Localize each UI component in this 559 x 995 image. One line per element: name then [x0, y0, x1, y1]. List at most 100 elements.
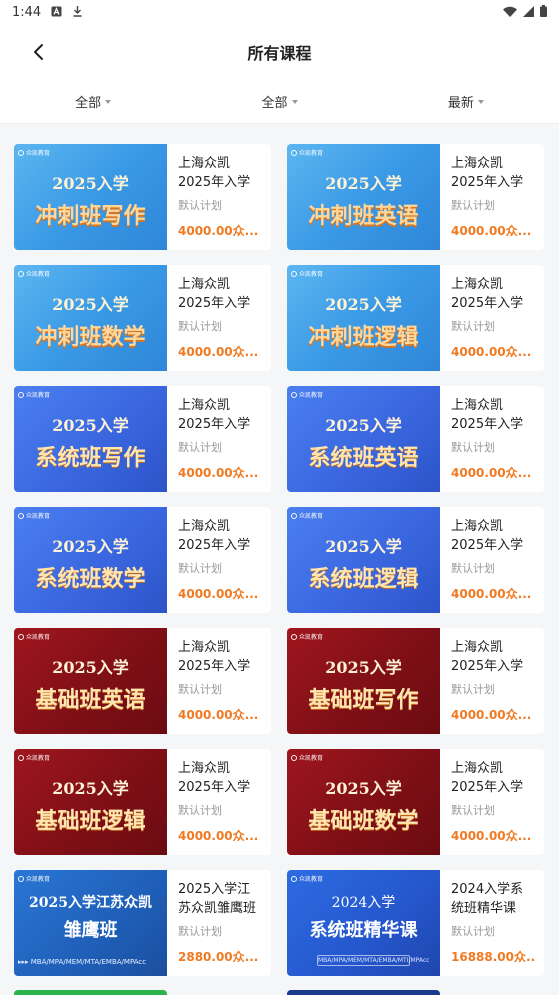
course-card[interactable]: 众凯教育 2025入学 系统班英语 上海众凯2025年入学系统... 默认计划 … [287, 386, 544, 492]
course-thumbnail: 众凯教育 2025入学 基础班写作 [287, 628, 440, 734]
course-plan: 默认计划 [451, 683, 495, 696]
thumbnail-title: 基础班逻辑 [35, 808, 146, 834]
course-card[interactable]: 众凯教育 2025入学 基础班逻辑 上海众凯2025年入学基础... 默认计划 … [14, 749, 271, 855]
brand-logo: 众凯教育 [291, 753, 323, 762]
course-thumbnail: 众凯教育 2025入学 基础班英语 [14, 628, 167, 734]
download-icon [72, 5, 83, 19]
filter-label: 全部 [75, 96, 102, 111]
course-card[interactable]: 众凯教育 2025入学 系统班数学 上海众凯2025年入学系统... 默认计划 … [14, 507, 271, 613]
course-thumbnail-partial [14, 990, 167, 995]
filter-bar: 全部 全部 最新 [0, 80, 559, 124]
course-price: 4000.00众... [451, 224, 532, 238]
thumbnail-year: 2025入学 [52, 295, 129, 314]
filter-type[interactable]: 全部 [186, 92, 372, 111]
thumbnail-year: 2025入学 [325, 416, 402, 435]
course-thumbnail: 众凯教育 2024入学 系统班精华课 MBA/MPA/MEM/MTA/EMBA/… [287, 870, 440, 976]
thumbnail-year: 2025入学 [325, 295, 402, 314]
course-name: 上海众凯2025年入学系统... [451, 398, 524, 432]
brand-logo: 众凯教育 [291, 269, 323, 278]
page-title: 所有课程 [247, 44, 312, 63]
brand-logo: 众凯教育 [18, 632, 50, 641]
thumbnail-year: 2025入学 [325, 537, 402, 556]
battery-icon [540, 5, 547, 19]
thumbnail-year: 2024入学 [331, 895, 396, 911]
course-name: 上海众凯2025年入学冲刺... [178, 277, 251, 311]
course-plan: 默认计划 [178, 562, 222, 575]
course-plan: 默认计划 [451, 562, 495, 575]
course-name: 上海众凯2025年入学系统... [451, 519, 524, 553]
course-plan: 默认计划 [451, 925, 495, 938]
course-plan: 默认计划 [178, 804, 222, 817]
course-card[interactable]: 众凯教育 2025入学 系统班逻辑 上海众凯2025年入学系统... 默认计划 … [287, 507, 544, 613]
course-card[interactable]: 众凯教育 2025入学 系统班写作 上海众凯2025年入学系统... 默认计划 … [14, 386, 271, 492]
course-card[interactable]: 众凯教育 2025入学 冲刺班英语 上海众凯2025年入学冲刺... 默认计划 … [287, 144, 544, 250]
brand-logo: 众凯教育 [291, 632, 323, 641]
caret-down-icon [105, 100, 112, 104]
next-row-peek [0, 990, 559, 995]
clock: 1:44 [12, 4, 42, 20]
course-card[interactable]: 众凯教育 2025入学 冲刺班逻辑 上海众凯2025年入学冲刺... 默认计划 … [287, 265, 544, 371]
course-name: 上海众凯2025年入学冲刺... [451, 156, 524, 190]
thumbnail-year: 2025入学 [52, 537, 129, 556]
course-name: 上海众凯2025年入学基础... [451, 640, 524, 674]
course-plan: 默认计划 [451, 441, 495, 454]
course-price: 4000.00众... [178, 224, 259, 238]
brand-logo: 众凯教育 [291, 148, 323, 157]
course-thumbnail: 众凯教育 2025入学 冲刺班写作 [14, 144, 167, 250]
course-name: 上海众凯2025年入学基础... [178, 761, 251, 795]
thumbnail-subtitle: MBA/MPA/MEM/MTA/EMBA/MTI/MPAcc [317, 955, 430, 966]
thumbnail-year: 2025入学 [325, 779, 402, 798]
course-grid: 众凯教育 2025入学 冲刺班写作 上海众凯2025年入学冲刺... 默认计划 … [0, 124, 559, 976]
brand-logo: 众凯教育 [291, 511, 323, 520]
course-card[interactable]: 众凯教育 2025入学 基础班英语 上海众凯2025年入学基础... 默认计划 … [14, 628, 271, 734]
brand-logo: 众凯教育 [18, 269, 50, 278]
course-thumbnail-partial [287, 990, 440, 995]
course-card[interactable]: 众凯教育 2025入学 基础班写作 上海众凯2025年入学基础... 默认计划 … [287, 628, 544, 734]
filter-category[interactable]: 全部 [0, 92, 186, 111]
course-thumbnail: 众凯教育 2025入学 系统班英语 [287, 386, 440, 492]
course-card[interactable]: 众凯教育 2025入学 基础班数学 上海众凯2025年入学基础... 默认计划 … [287, 749, 544, 855]
course-thumbnail: 众凯教育 2025入学 基础班逻辑 [14, 749, 167, 855]
course-card[interactable]: 众凯教育 2024入学 系统班精华课 MBA/MPA/MEM/MTA/EMBA/… [287, 870, 544, 976]
thumbnail-year: 2025入学 [52, 416, 129, 435]
brand-logo: 众凯教育 [18, 148, 50, 157]
course-card[interactable]: 众凯教育 2025入学 冲刺班写作 上海众凯2025年入学冲刺... 默认计划 … [14, 144, 271, 250]
course-thumbnail: 众凯教育 2025入学 冲刺班逻辑 [287, 265, 440, 371]
course-thumbnail: 众凯教育 2025入学 冲刺班英语 [287, 144, 440, 250]
course-name: 上海众凯2025年入学冲刺... [178, 156, 251, 190]
course-plan: 默认计划 [178, 199, 222, 212]
brand-logo: 众凯教育 [18, 511, 50, 520]
filter-label: 全部 [261, 96, 288, 111]
course-price: 4000.00众... [451, 466, 532, 480]
thumbnail-title: 雏鹰班 [63, 920, 118, 941]
course-plan: 默认计划 [451, 199, 495, 212]
back-button[interactable] [20, 34, 56, 70]
thumbnail-title: 系统班英语 [308, 445, 419, 471]
thumbnail-title: 系统班精华课 [309, 920, 418, 941]
course-name: 上海众凯2025年入学系统... [178, 398, 251, 432]
wifi-icon [503, 6, 517, 19]
signal-icon [523, 5, 534, 19]
caret-down-icon [477, 100, 484, 104]
filter-label: 最新 [447, 96, 474, 111]
course-price: 4000.00众... [178, 466, 259, 480]
course-price: 4000.00众... [178, 587, 259, 601]
course-card[interactable]: 众凯教育 2025入学江苏众凯 雏鹰班 ▸▸▸ MBA/MPA/MEM/MTA/… [14, 870, 271, 976]
course-thumbnail: 众凯教育 2025入学 冲刺班数学 [14, 265, 167, 371]
course-thumbnail: 众凯教育 2025入学 系统班写作 [14, 386, 167, 492]
status-bar: 1:44 [0, 0, 559, 24]
course-plan: 默认计划 [178, 925, 222, 938]
course-name: 上海众凯2025年入学系统... [178, 519, 251, 553]
chevron-left-icon [34, 44, 43, 60]
course-card[interactable]: 众凯教育 2025入学 冲刺班数学 上海众凯2025年入学冲刺... 默认计划 … [14, 265, 271, 371]
course-price: 4000.00众... [451, 708, 532, 722]
filter-sort[interactable]: 最新 [373, 92, 559, 111]
thumbnail-title: 基础班数学 [308, 808, 419, 834]
course-price: 4000.00众... [178, 829, 259, 843]
thumbnail-title: 冲刺班写作 [35, 203, 146, 229]
course-thumbnail: 众凯教育 2025入学 系统班数学 [14, 507, 167, 613]
course-plan: 默认计划 [178, 320, 222, 333]
thumbnail-title: 基础班写作 [308, 687, 419, 713]
course-price: 2880.00众... [178, 950, 259, 964]
thumbnail-title: 冲刺班数学 [35, 324, 146, 350]
